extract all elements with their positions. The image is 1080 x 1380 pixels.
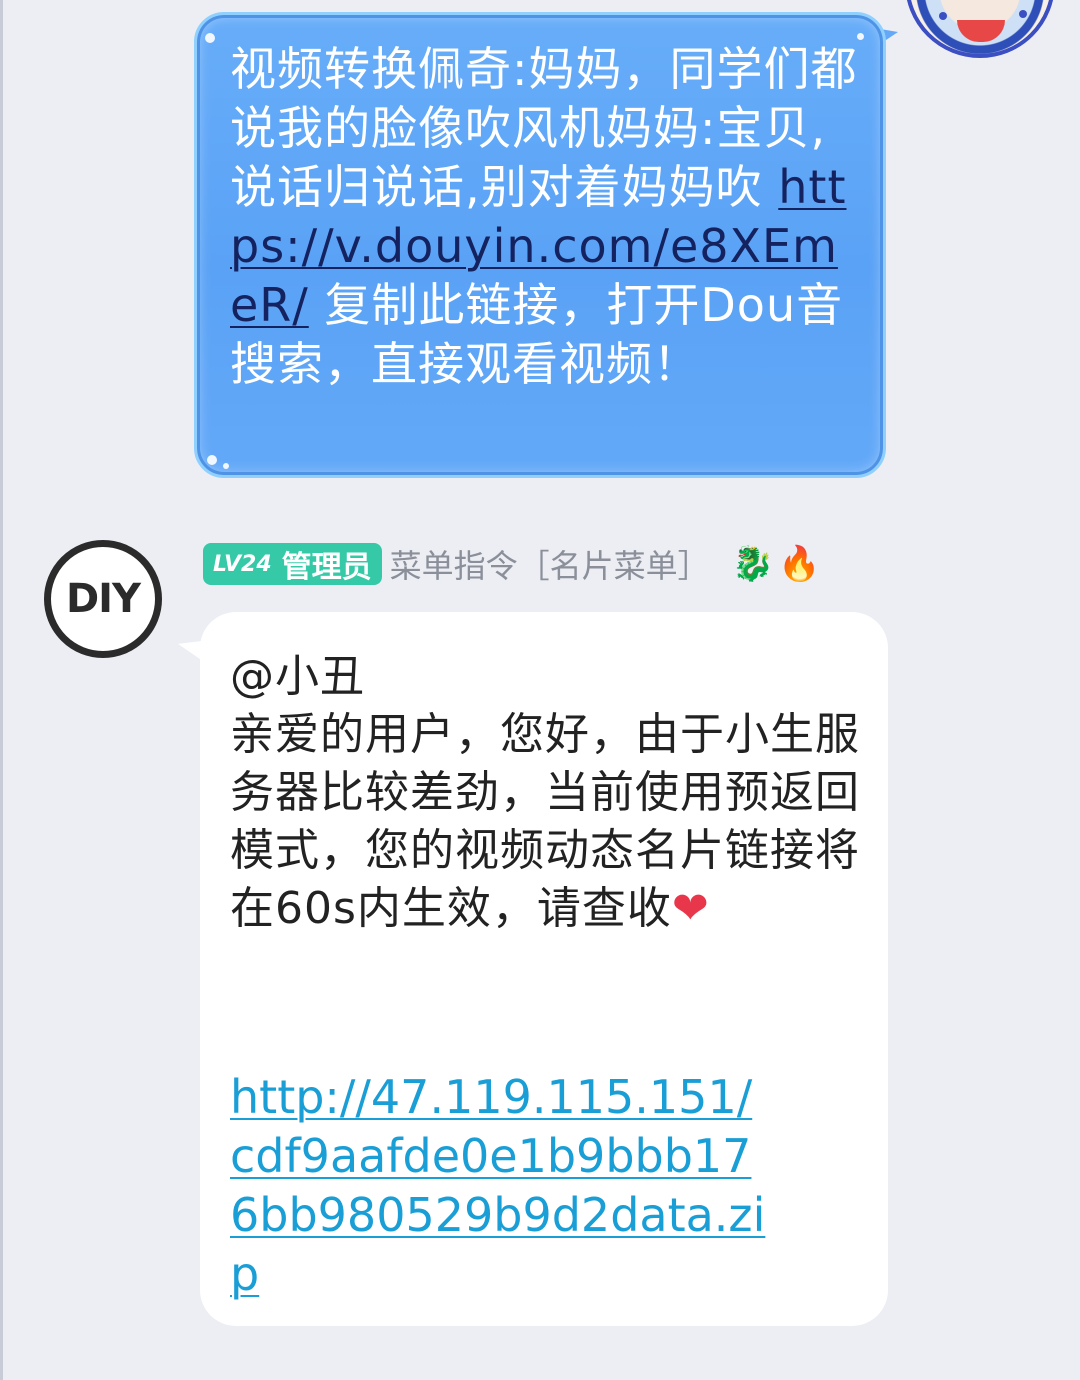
sent-message-text: 视频转换佩奇:妈妈，同学们都说我的脸像吹风机妈妈:宝贝,说话归说话,别对着妈妈吹…	[230, 40, 860, 394]
self-avatar[interactable]	[905, 0, 1055, 58]
sender-info: LV24 管理员 菜单指令［名片菜单］ 🐉 🔥	[203, 542, 820, 586]
sent-message-suffix: 复制此链接，打开Dou音搜索，直接观看视频！	[230, 278, 844, 391]
fire-emoji-icon: 🔥	[778, 544, 821, 584]
avatar-ornament	[1019, 10, 1027, 18]
received-message-text: @小丑亲爱的用户，您好，由于小生服务器比较差劲，当前使用预返回模式，您的视频动态…	[230, 648, 860, 938]
sent-message-body: 视频转换佩奇:妈妈，同学们都说我的脸像吹风机妈妈:宝贝,说话归说话,别对着妈妈吹	[230, 42, 858, 214]
avatar-detail	[957, 20, 1005, 42]
sparkle-decoration	[205, 33, 215, 43]
sparkle-decoration	[223, 463, 229, 469]
bot-avatar-text: DIY	[65, 576, 141, 622]
level-label: LV24	[213, 551, 272, 577]
avatar-ornament	[939, 12, 947, 20]
heart-emoji-icon: ❤	[671, 883, 710, 934]
sender-name[interactable]: 菜单指令［名片菜单］	[390, 541, 710, 587]
bot-avatar[interactable]: DIY	[44, 540, 162, 658]
admin-badge: LV24 管理员	[203, 543, 382, 585]
received-message-body: 亲爱的用户，您好，由于小生服务器比较差劲，当前使用预返回模式，您的视频动态名片链…	[230, 709, 860, 934]
sparkle-decoration	[857, 33, 864, 40]
sparkle-decoration	[207, 455, 217, 465]
dragon-emoji-icon: 🐉	[731, 544, 774, 584]
mention-tag[interactable]: @小丑	[230, 651, 365, 702]
role-label: 管理员	[281, 550, 372, 585]
screen-left-edge	[0, 0, 3, 1380]
download-link[interactable]: http://47.119.115.151/cdf9aafde0e1b9bbb1…	[230, 1068, 770, 1304]
